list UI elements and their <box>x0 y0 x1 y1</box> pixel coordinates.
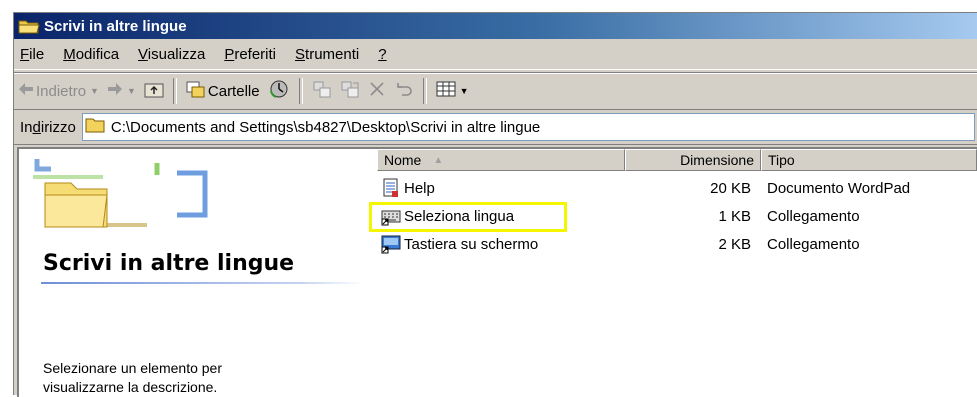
file-list: Nome ▲ Dimensione Tipo Help 20 KB Docume… <box>369 149 977 397</box>
column-header: Nome ▲ Dimensione Tipo <box>377 149 977 171</box>
column-type[interactable]: Tipo <box>761 149 977 171</box>
wordpad-document-icon <box>381 178 401 198</box>
column-size-label: Dimensione <box>680 152 754 168</box>
menu-modifica[interactable]: Modifica <box>63 46 119 63</box>
file-row[interactable]: Help 20 KB Documento WordPad <box>377 175 977 201</box>
toolbar-separator <box>298 78 303 104</box>
file-type: Collegamento <box>767 207 860 225</box>
menu-bar: File Modifica Visualizza Preferiti Strum… <box>14 39 977 70</box>
forward-dropdown-icon[interactable]: ▼ <box>127 86 136 96</box>
column-type-label: Tipo <box>768 152 795 168</box>
file-type: Collegamento <box>767 235 860 253</box>
folder-icon <box>85 117 105 137</box>
toolbar-separator <box>422 78 427 104</box>
address-label: Indirizzo <box>20 118 76 136</box>
history-button[interactable] <box>264 77 294 105</box>
file-row[interactable]: Tastiera su schermo 2 KB Collegamento <box>377 231 977 257</box>
description-line: visualizzarne la descrizione. <box>43 379 218 395</box>
menu-preferiti[interactable]: Preferiti <box>224 46 276 63</box>
back-dropdown-icon[interactable]: ▼ <box>90 86 99 96</box>
shortcut-keyboard-icon <box>381 206 401 226</box>
column-name[interactable]: Nome ▲ <box>377 149 625 171</box>
menu-visualizza[interactable]: Visualizza <box>138 46 205 63</box>
file-size: 1 KB <box>718 207 751 225</box>
menu-file[interactable]: File <box>20 46 44 63</box>
file-row[interactable]: Seleziona lingua 1 KB Collegamento <box>369 202 977 232</box>
delete-x-icon <box>368 80 386 102</box>
views-grid-icon <box>436 80 456 102</box>
folders-icon <box>186 80 206 102</box>
folders-label: Cartelle <box>207 82 260 100</box>
folder-open-icon <box>18 18 40 34</box>
history-clock-icon <box>268 79 290 103</box>
forward-arrow-icon <box>107 82 123 100</box>
column-name-label: Nome <box>384 152 422 168</box>
web-view-pane: Scrivi in altre lingue Selezionare un el… <box>19 149 379 397</box>
move-to-icon <box>312 80 332 102</box>
forward-button[interactable]: ▼ <box>103 77 140 105</box>
address-bar: Indirizzo C:\Documents and Settings\sb48… <box>14 110 977 145</box>
up-folder-icon <box>144 80 164 102</box>
pane-title: Scrivi in altre lingue <box>43 251 295 276</box>
file-name: Help <box>404 179 435 197</box>
file-type: Documento WordPad <box>767 179 911 197</box>
back-label: Indietro <box>36 82 87 100</box>
toolbar: Indietro ▼ ▼ Cartelle ▼ <box>14 72 977 110</box>
sort-ascending-icon: ▲ <box>433 154 444 166</box>
undo-button[interactable] <box>390 77 418 105</box>
back-arrow-icon <box>18 82 34 100</box>
onscreen-keyboard-icon <box>381 234 401 254</box>
folders-button[interactable]: Cartelle <box>182 77 264 105</box>
pane-description: Selezionare un elemento per visualizzarn… <box>43 359 343 397</box>
views-button[interactable]: ▼ <box>432 77 473 105</box>
menu-help[interactable]: ? <box>378 46 386 63</box>
description-line: Selezionare un elemento per <box>43 360 223 376</box>
delete-button[interactable] <box>364 77 390 105</box>
up-folder-button[interactable] <box>140 77 168 105</box>
views-dropdown-icon[interactable]: ▼ <box>460 86 469 96</box>
file-name-cell: Help <box>377 178 625 198</box>
explorer-window: Scrivi in altre lingue File Modifica Vis… <box>13 12 977 397</box>
move-to-button[interactable] <box>308 77 336 105</box>
copy-to-button[interactable] <box>336 77 364 105</box>
column-size[interactable]: Dimensione <box>625 149 761 171</box>
undo-icon <box>394 81 414 101</box>
back-button[interactable]: Indietro ▼ <box>14 77 103 105</box>
copy-to-icon <box>340 80 360 102</box>
folder-banner-icon <box>27 155 227 243</box>
file-name: Tastiera su schermo <box>404 235 539 253</box>
address-input[interactable]: C:\Documents and Settings\sb4827\Desktop… <box>81 113 975 141</box>
file-size: 20 KB <box>710 179 751 197</box>
file-name-cell: Seleziona lingua <box>369 202 625 232</box>
file-size: 2 KB <box>718 235 751 253</box>
pane-divider <box>41 282 365 284</box>
address-path: C:\Documents and Settings\sb4827\Desktop… <box>110 118 541 136</box>
title-bar[interactable]: Scrivi in altre lingue <box>14 13 977 39</box>
content-area: Scrivi in altre lingue Selezionare un el… <box>17 147 977 397</box>
window-title: Scrivi in altre lingue <box>44 17 187 35</box>
menu-strumenti[interactable]: Strumenti <box>295 46 359 63</box>
toolbar-separator <box>172 78 177 104</box>
file-name-cell: Tastiera su schermo <box>377 234 625 254</box>
